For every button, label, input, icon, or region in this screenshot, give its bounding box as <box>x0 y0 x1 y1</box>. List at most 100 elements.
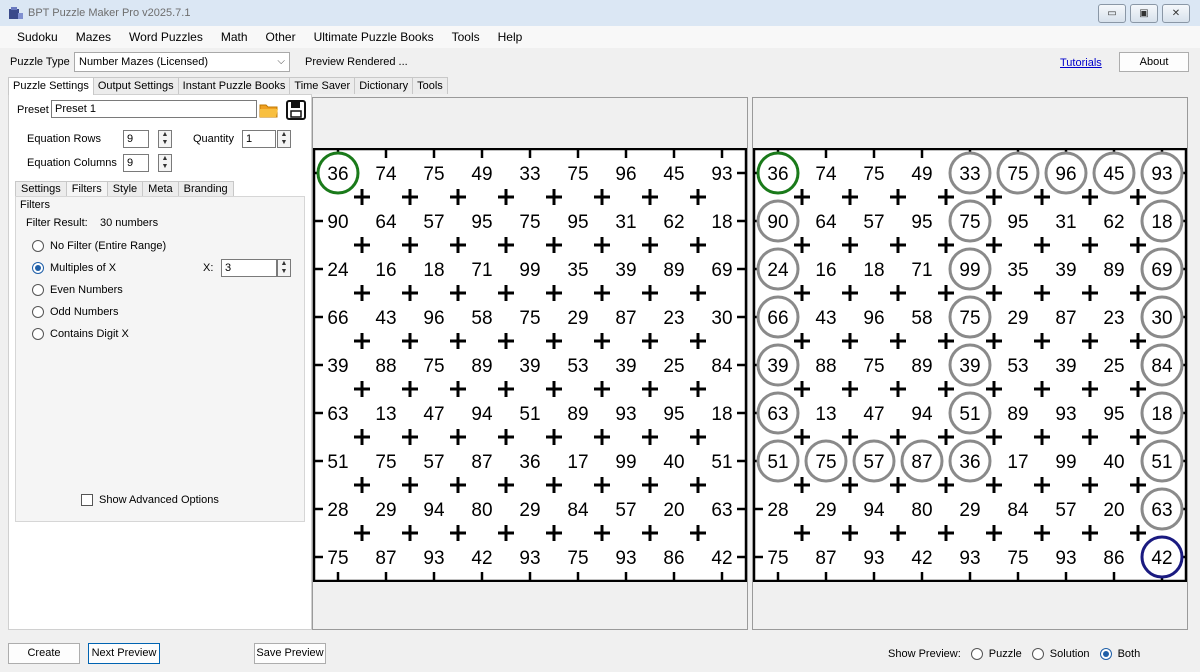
grid-number: 18 <box>711 404 732 425</box>
radio-even-numbers-circle[interactable] <box>32 284 44 296</box>
equation-columns-stepper[interactable]: ▲ ▼ <box>158 154 172 172</box>
subtab-meta[interactable]: Meta <box>142 181 179 197</box>
menu-help[interactable]: Help <box>489 26 532 48</box>
preset-input[interactable]: Preset 1 <box>51 100 257 118</box>
x-value-input[interactable]: 3 <box>221 259 277 277</box>
save-preview-button[interactable]: Save Preview <box>254 643 326 664</box>
grid-number: 29 <box>375 500 396 521</box>
grid-number: 89 <box>567 404 588 425</box>
grid-number: 42 <box>471 548 492 569</box>
radio-no-filter-circle[interactable] <box>32 240 44 252</box>
tab-dictionary[interactable]: Dictionary <box>354 77 414 94</box>
grid-number: 95 <box>1007 212 1028 233</box>
grid-number: 90 <box>327 212 348 233</box>
grid-number: 51 <box>959 404 980 425</box>
tab-instant-puzzle-books[interactable]: Instant Puzzle Books <box>177 77 291 94</box>
grid-number: 93 <box>959 548 980 569</box>
menu-mazes[interactable]: Mazes <box>67 26 120 48</box>
grid-number: 29 <box>519 500 540 521</box>
grid-number: 84 <box>711 356 733 377</box>
radio-contains-digit-x[interactable]: Contains Digit X <box>32 328 129 340</box>
puzzle-type-select[interactable]: Number Mazes (Licensed) ⌵ <box>74 52 290 72</box>
radio-no-filter[interactable]: No Filter (Entire Range) <box>32 240 166 252</box>
show-advanced-options-checkbox[interactable] <box>81 494 93 506</box>
radio-preview-both[interactable]: Both <box>1099 648 1140 660</box>
grid-number: 66 <box>767 308 788 329</box>
grid-number: 57 <box>863 212 884 233</box>
grid-number: 16 <box>815 260 836 281</box>
grid-number: 57 <box>863 452 884 473</box>
grid-number: 24 <box>327 260 349 281</box>
tab-output-settings[interactable]: Output Settings <box>92 77 179 94</box>
grid-number: 75 <box>567 548 588 569</box>
grid-number: 33 <box>519 164 540 185</box>
equation-rows-input[interactable]: 9 <box>123 130 149 148</box>
grid-number: 35 <box>1007 260 1028 281</box>
grid-number: 87 <box>471 452 492 473</box>
radio-odd-numbers[interactable]: Odd Numbers <box>32 306 118 318</box>
tutorials-link[interactable]: Tutorials <box>1060 57 1102 69</box>
radio-multiples-of-x[interactable]: Multiples of X <box>32 262 116 274</box>
radio-contains-digit-x-circle[interactable] <box>32 328 44 340</box>
grid-number: 63 <box>1151 500 1172 521</box>
grid-number: 75 <box>375 452 396 473</box>
radio-preview-puzzle[interactable]: Puzzle <box>970 648 1022 660</box>
grid-number: 95 <box>1103 404 1124 425</box>
menu-word-puzzles[interactable]: Word Puzzles <box>120 26 212 48</box>
menu-tools[interactable]: Tools <box>443 26 489 48</box>
grid-number: 71 <box>471 260 492 281</box>
radio-odd-numbers-circle[interactable] <box>32 306 44 318</box>
next-preview-button[interactable]: Next Preview <box>88 643 160 664</box>
grid-number: 89 <box>471 356 492 377</box>
equation-columns-input[interactable]: 9 <box>123 154 149 172</box>
menu-sudoku[interactable]: Sudoku <box>8 26 67 48</box>
show-advanced-options[interactable]: Show Advanced Options <box>81 494 219 506</box>
radio-preview-solution[interactable]: Solution <box>1031 648 1090 660</box>
close-button[interactable]: ✕ <box>1162 4 1190 23</box>
minimize-button[interactable]: ▭ <box>1098 4 1126 23</box>
grid-number: 87 <box>911 452 932 473</box>
create-button[interactable]: Create <box>8 643 80 664</box>
grid-number: 42 <box>711 548 732 569</box>
grid-number: 39 <box>767 356 788 377</box>
subtab-settings[interactable]: Settings <box>15 181 67 197</box>
quantity-stepper[interactable]: ▲ ▼ <box>277 130 291 148</box>
grid-number: 28 <box>327 500 348 521</box>
radio-preview-both-circle[interactable] <box>1099 648 1112 660</box>
equation-rows-stepper[interactable]: ▲ ▼ <box>158 130 172 148</box>
x-label: X: <box>203 262 214 274</box>
radio-even-numbers-label: Even Numbers <box>50 284 123 296</box>
menu-math[interactable]: Math <box>212 26 257 48</box>
tab-tools[interactable]: Tools <box>412 77 448 94</box>
grid-number: 75 <box>1007 548 1028 569</box>
show-advanced-options-label: Show Advanced Options <box>99 494 219 506</box>
grid-number: 93 <box>423 548 444 569</box>
grid-number: 99 <box>519 260 540 281</box>
x-value-stepper[interactable]: ▲ ▼ <box>277 259 291 277</box>
tab-time-saver[interactable]: Time Saver <box>289 77 356 94</box>
grid-number: 75 <box>519 212 540 233</box>
tab-puzzle-settings[interactable]: Puzzle Settings <box>8 77 94 95</box>
grid-number: 75 <box>863 164 884 185</box>
subtab-style[interactable]: Style <box>106 181 144 197</box>
subtab-filters[interactable]: Filters <box>65 181 108 197</box>
grid-number: 36 <box>959 452 980 473</box>
grid-number: 87 <box>1055 308 1076 329</box>
radio-even-numbers[interactable]: Even Numbers <box>32 284 123 296</box>
maximize-button[interactable]: ▣ <box>1130 4 1158 23</box>
save-icon[interactable] <box>286 100 306 120</box>
menu-other[interactable]: Other <box>257 26 305 48</box>
grid-number: 89 <box>911 356 932 377</box>
puzzle-grid: 36 74 75 49 33 75 96 45 93 90 64 57 95 75 95 31 62 18 24 16… <box>313 148 747 582</box>
radio-multiples-of-x-circle[interactable] <box>32 262 44 274</box>
about-button[interactable]: About <box>1119 52 1189 72</box>
quantity-input[interactable]: 1 <box>242 130 276 148</box>
grid-number: 18 <box>863 260 884 281</box>
status-text: Preview Rendered ... <box>305 56 408 68</box>
grid-number: 80 <box>911 500 932 521</box>
menu-ultimate-puzzle-books[interactable]: Ultimate Puzzle Books <box>305 26 443 48</box>
radio-preview-puzzle-circle[interactable] <box>970 648 983 660</box>
folder-open-icon[interactable] <box>259 101 279 119</box>
radio-preview-solution-circle[interactable] <box>1031 648 1044 660</box>
subtab-branding[interactable]: Branding <box>177 181 234 197</box>
